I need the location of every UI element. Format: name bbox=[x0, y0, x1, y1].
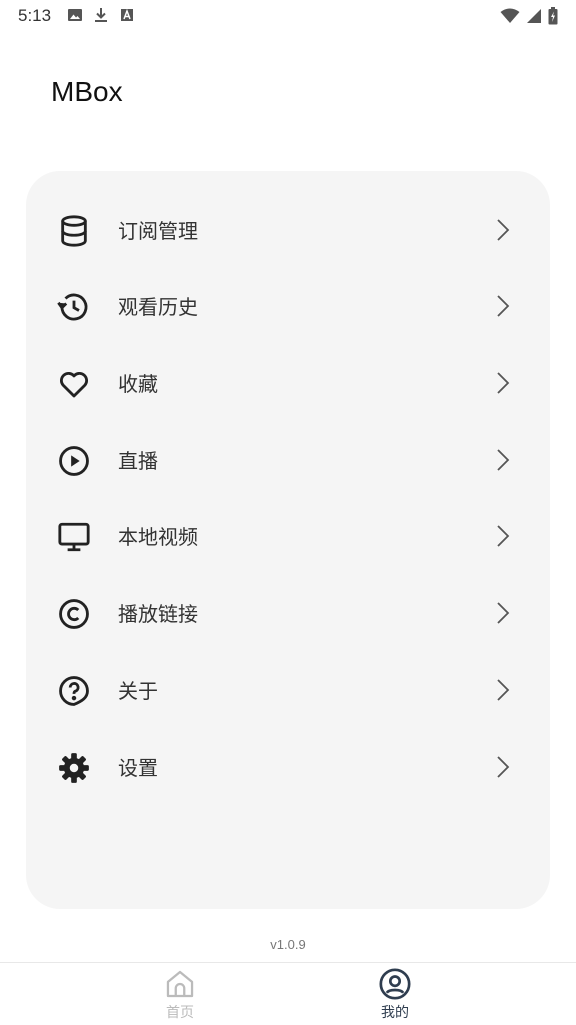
monitor-icon bbox=[58, 522, 90, 552]
chevron-right-icon bbox=[497, 219, 510, 241]
menu-item-settings[interactable]: 设置 bbox=[26, 729, 550, 805]
menu-item-subscriptions[interactable]: 订阅管理 bbox=[26, 192, 550, 268]
menu-item-label: 直播 bbox=[118, 449, 158, 473]
menu-item-live[interactable]: 直播 bbox=[26, 422, 550, 498]
tab-mine[interactable]: 我的 bbox=[355, 967, 435, 1023]
menu-item-label: 关于 bbox=[118, 679, 158, 703]
menu-item-play-link[interactable]: 播放链接 bbox=[26, 575, 550, 651]
chevron-right-icon bbox=[497, 679, 510, 701]
copyright-icon bbox=[59, 599, 89, 629]
status-time: 5:13 bbox=[18, 6, 52, 25]
tab-home[interactable]: 首页 bbox=[140, 967, 220, 1023]
chevron-right-icon bbox=[497, 449, 510, 471]
menu-item-about[interactable]: 关于 bbox=[26, 652, 550, 728]
chevron-right-icon bbox=[497, 525, 510, 547]
chevron-right-icon bbox=[497, 372, 510, 394]
menu-item-label: 观看历史 bbox=[118, 295, 198, 319]
image-icon bbox=[68, 9, 82, 21]
menu-item-local-video[interactable]: 本地视频 bbox=[26, 498, 550, 574]
menu-item-favorites[interactable]: 收藏 bbox=[26, 345, 550, 421]
chevron-right-icon bbox=[497, 295, 510, 317]
history-icon bbox=[57, 293, 88, 321]
user-circle-icon bbox=[379, 968, 411, 1000]
wifi-icon bbox=[500, 8, 520, 23]
bottom-nav: 首页 我的 bbox=[0, 962, 576, 1025]
menu-item-history[interactable]: 观看历史 bbox=[26, 268, 550, 344]
database-icon bbox=[61, 215, 87, 247]
text-a-icon bbox=[121, 8, 133, 21]
signal-icon bbox=[527, 9, 541, 23]
play-circle-icon bbox=[59, 446, 89, 476]
heart-icon bbox=[60, 371, 88, 398]
gear-icon bbox=[59, 753, 89, 783]
menu-item-label: 收藏 bbox=[118, 372, 158, 396]
tab-mine-label: 我的 bbox=[381, 1005, 409, 1021]
menu-card: 订阅管理 观看历史 收藏 直播 本地视频 播放链接 关于 设置 bbox=[26, 171, 550, 909]
page-title: MBox bbox=[51, 76, 123, 107]
battery-icon bbox=[548, 7, 558, 25]
home-icon bbox=[166, 970, 194, 998]
menu-item-label: 设置 bbox=[118, 756, 158, 780]
chevron-right-icon bbox=[497, 602, 510, 624]
menu-item-label: 订阅管理 bbox=[118, 219, 198, 243]
help-circle-icon bbox=[59, 676, 89, 706]
status-bar: 5:13 bbox=[0, 0, 576, 34]
menu-item-label: 播放链接 bbox=[118, 602, 198, 626]
download-icon bbox=[95, 8, 107, 22]
app-version: v1.0.9 bbox=[270, 937, 306, 952]
menu-item-label: 本地视频 bbox=[118, 525, 198, 549]
tab-home-label: 首页 bbox=[166, 1005, 194, 1021]
chevron-right-icon bbox=[497, 756, 510, 778]
